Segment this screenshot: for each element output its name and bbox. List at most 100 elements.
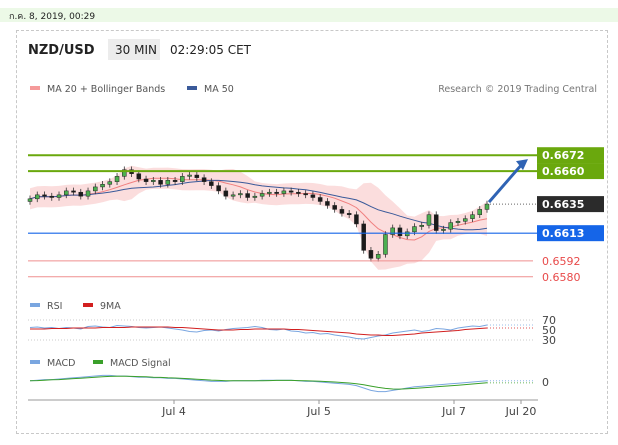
x-tick-label: Jul 7 — [441, 405, 466, 418]
candle-body — [455, 221, 461, 223]
macd-signal-swatch — [93, 360, 103, 364]
candle-body — [27, 198, 33, 202]
candle-body — [288, 190, 294, 193]
candle-body — [259, 193, 265, 197]
x-tick-label: Jul 4 — [161, 405, 186, 418]
candle-body — [346, 213, 352, 215]
time-label: 02:29:05 CET — [170, 43, 252, 57]
rsi-swatch — [30, 303, 40, 307]
candle-body — [462, 218, 468, 222]
candle-body — [42, 194, 47, 197]
macd-line — [29, 374, 488, 393]
forecast-arrow-shaft — [487, 163, 524, 204]
rsi-legend: RSI — [47, 301, 62, 312]
candle-body — [412, 226, 417, 233]
candle-body — [49, 195, 55, 198]
ma50-swatch — [187, 86, 197, 90]
candle-body — [194, 174, 200, 178]
candle-body — [368, 250, 374, 259]
price-plot — [27, 165, 490, 270]
candle-body — [361, 223, 366, 251]
ma20-legend: MA 20 + Bollinger Bands — [47, 84, 165, 95]
candle-body — [419, 225, 424, 227]
rsi-ma-legend: 9MA — [100, 301, 121, 312]
candle-body — [35, 194, 40, 200]
candle-body — [433, 214, 439, 231]
x-tick-label: Jul 5 — [306, 405, 331, 418]
candle-body — [100, 184, 105, 188]
candle-body — [339, 209, 345, 214]
macd-signal-legend: MACD Signal — [110, 358, 171, 369]
pair-title: NZD/USD — [28, 43, 95, 58]
macd-plot: 0 — [29, 374, 549, 393]
rsi-line — [29, 324, 488, 340]
candle-body — [143, 178, 149, 182]
rsi-ma-swatch — [83, 303, 93, 307]
candle-body — [325, 201, 330, 206]
candle-body — [114, 176, 120, 182]
candle-body — [397, 227, 403, 237]
candle-body — [64, 190, 69, 196]
rsi-plot: 705030 — [28, 314, 556, 347]
candle-body — [230, 194, 236, 197]
price-levels: 0.6672 0.6660 0.6635 0.6613 0.6592 0.6580 — [28, 147, 604, 284]
candle-body — [274, 191, 279, 194]
candle-body — [209, 181, 214, 186]
candle-body — [93, 186, 98, 192]
candle-body — [165, 180, 171, 185]
macd-tick-label: 0 — [542, 376, 549, 389]
candle-body — [151, 180, 156, 182]
macd-swatch — [30, 360, 40, 364]
candle-body — [267, 191, 272, 194]
candle-body — [187, 174, 192, 177]
candle-body — [332, 205, 337, 210]
candle-body — [426, 214, 432, 226]
x-axis: Jul 4 Jul 5 Jul 7 Jul 20 — [161, 400, 536, 418]
support-label: 0.6613 — [542, 227, 584, 240]
candle-body — [180, 176, 185, 182]
candle-body — [201, 177, 207, 182]
candle-body — [448, 222, 453, 230]
candle-body — [441, 228, 446, 231]
rsi-tick-label: 30 — [542, 334, 556, 347]
resistance-label: 0.6672 — [542, 149, 584, 162]
resistance-label: 0.6660 — [542, 165, 585, 178]
candle-body — [354, 214, 359, 225]
candle-body — [477, 209, 482, 215]
bollinger-band — [30, 165, 487, 270]
candle-body — [470, 214, 475, 219]
candle-body — [136, 173, 142, 180]
ma50-legend: MA 50 — [204, 84, 234, 95]
candle-body — [317, 197, 323, 202]
candle-body — [78, 191, 84, 197]
candle-body — [252, 195, 258, 198]
candle-body — [71, 190, 76, 193]
candle-body — [245, 193, 250, 198]
ma20-swatch — [30, 86, 40, 90]
candle-body — [238, 193, 243, 196]
chart-svg: NZD/USD 30 MIN 02:29:05 CET MA 20 + Boll… — [27, 39, 604, 418]
candle-body — [223, 190, 229, 197]
candle-body — [484, 203, 490, 210]
candle-body — [296, 191, 301, 194]
macd-legend: MACD — [47, 358, 75, 369]
candle-body — [310, 194, 316, 198]
candle-body — [383, 234, 388, 255]
candle-body — [375, 254, 381, 259]
candle-body — [404, 231, 410, 237]
candle-body — [158, 180, 163, 185]
timeframe-label: 30 MIN — [115, 43, 157, 57]
candle-body — [85, 190, 91, 197]
x-tick-label: Jul 20 — [505, 405, 537, 418]
red-level-label: 0.6592 — [542, 255, 581, 268]
current-price-label: 0.6635 — [542, 198, 584, 211]
macd-signal-line — [29, 375, 488, 390]
red-level-label: 0.6580 — [542, 271, 581, 284]
candle-body — [303, 193, 308, 196]
candle-body — [281, 190, 287, 194]
candle-body — [56, 194, 62, 198]
candle-body — [107, 181, 113, 185]
candle-body — [172, 180, 178, 182]
credit-text: Research © 2019 Trading Central — [438, 84, 597, 95]
candle-body — [216, 185, 221, 192]
